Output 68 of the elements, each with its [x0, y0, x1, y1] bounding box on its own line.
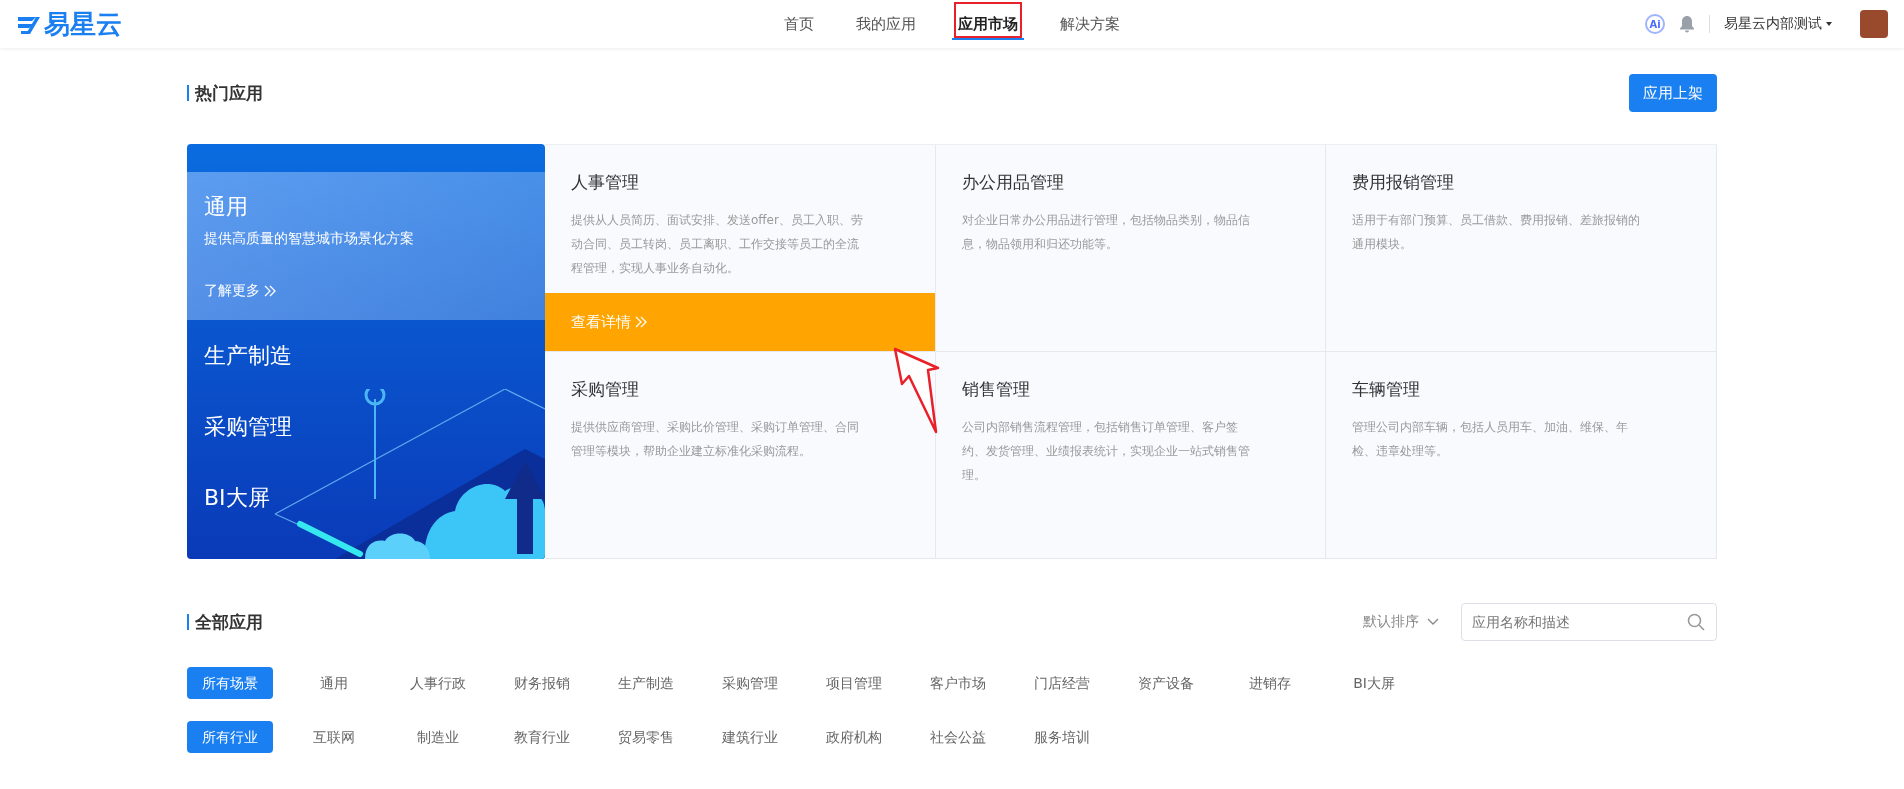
app-card[interactable]: 办公用品管理 对企业日常办公用品进行管理，包括物品类别，物品信息，物品领用和归还功能等。 [935, 145, 1327, 352]
app-description: 提供供应商管理、采购比价管理、采购订单管理、合同管理等模块，帮助企业建立标准化采购流程。 [571, 419, 860, 460]
category-description: 提供高质量的智慧城市场景化方案 [204, 230, 415, 248]
scene-filter[interactable]: 人事行政 [395, 667, 481, 699]
app-title: 车辆管理 [1352, 378, 1422, 401]
industry-filter[interactable]: 服务培训 [1019, 721, 1105, 753]
app-description: 公司内部销售流程管理，包括销售订单管理、客户签约、发货管理、业绩报表统计，实现企业一站式销售管理。 [961, 419, 1251, 484]
industry-filter[interactable]: 教育行业 [499, 721, 585, 753]
scene-filter[interactable]: BI大屏 [1331, 667, 1417, 699]
nav-tab[interactable]: 解决方案 [1054, 0, 1126, 40]
scene-filter[interactable]: 项目管理 [811, 667, 897, 699]
industry-filter[interactable]: 社会公益 [915, 721, 1001, 753]
notification-bell-icon[interactable] [1679, 15, 1695, 33]
ai-assistant-button[interactable]: Ai [1645, 14, 1665, 34]
avatar[interactable] [1860, 10, 1888, 38]
app-card[interactable]: 销售管理 公司内部销售流程管理，包括销售订单管理、客户签约、发货管理、业绩报表统计，实现企业一站式销售管理。 [935, 352, 1327, 559]
app-card[interactable]: 人事管理 提供从人员简历、面试安排、发送offer、员工入职、劳动合同、员工转岗、员工离职、工作交接等员工的全流程管理，实现人事业务自动化。 查看详情 [545, 145, 936, 352]
app-card[interactable]: 车辆管理 管理公司内部车辆，包括人员用车、加油、维保、年检、违章处理等。 [1326, 352, 1717, 559]
publish-app-button[interactable]: 应用上架 [1629, 74, 1717, 112]
category-name: 采购管理 [204, 412, 293, 441]
scene-filter[interactable]: 资产设备 [1123, 667, 1209, 699]
category-item[interactable]: 采购管理 [187, 391, 545, 462]
app-title: 采购管理 [571, 378, 640, 401]
scene-filter[interactable]: 门店经营 [1019, 667, 1105, 699]
app-title: 办公用品管理 [961, 171, 1065, 194]
category-name: BI大屏 [204, 483, 271, 512]
category-name: 生产制造 [204, 341, 293, 370]
double-chevron-icon [635, 316, 647, 328]
search-field[interactable]: 应用名称和描述 [1461, 603, 1717, 641]
app-card[interactable]: 费用报销管理 适用于有部门预算、员工借款、费用报销、差旅报销的通用模块。 [1326, 145, 1717, 352]
category-item[interactable]: 生产制造 [187, 320, 545, 391]
category-item[interactable]: 通用 提供高质量的智慧城市场景化方案 了解更多 [187, 172, 545, 320]
industry-filter[interactable]: 互联网 [291, 721, 377, 753]
app-title: 费用报销管理 [1352, 171, 1456, 194]
app-description: 提供从人员简历、面试安排、发送offer、员工入职、劳动合同、员工转岗、员工离职、工作交接等员工的全流程管理，实现人事业务自动化。 [571, 212, 864, 277]
scene-filter[interactable]: 通用 [291, 667, 377, 699]
scene-filter[interactable]: 客户市场 [915, 667, 1001, 699]
search-icon [1687, 613, 1705, 631]
industry-filter[interactable]: 所有行业 [187, 721, 273, 753]
industry-filter[interactable]: 建筑行业 [707, 721, 793, 753]
caret-icon [1826, 22, 1832, 26]
chevron-down-icon [1427, 618, 1439, 626]
section-title: 热门应用 [187, 85, 263, 101]
user-menu[interactable]: 易星云内部测试 [1724, 15, 1822, 33]
app-description: 管理公司内部车辆，包括人员用车、加油、维保、年检、违章处理等。 [1352, 419, 1630, 460]
industry-filter[interactable]: 制造业 [395, 721, 481, 753]
scene-filter[interactable]: 财务报销 [499, 667, 585, 699]
category-name: 通用 [204, 193, 249, 221]
section-title: 全部应用 [187, 614, 263, 630]
logo[interactable]: 易星云 [16, 6, 778, 42]
double-chevron-icon [264, 285, 276, 297]
learn-more-link[interactable]: 了解更多 [204, 282, 528, 300]
scene-filter[interactable]: 生产制造 [603, 667, 689, 699]
nav-tab[interactable]: 首页 [778, 0, 820, 40]
nav-tab[interactable]: 应用市场 [952, 0, 1024, 40]
scene-filter[interactable]: 采购管理 [707, 667, 793, 699]
scene-filter[interactable]: 进销存 [1227, 667, 1313, 699]
app-title: 人事管理 [571, 171, 640, 194]
industry-filter[interactable]: 政府机构 [811, 721, 897, 753]
sort-dropdown[interactable]: 默认排序 [1363, 613, 1439, 631]
industry-filter[interactable]: 贸易零售 [603, 721, 689, 753]
scene-filter[interactable]: 所有场景 [187, 667, 273, 699]
app-description: 对企业日常办公用品进行管理，包括物品类别，物品信息，物品领用和归还功能等。 [961, 212, 1251, 253]
app-title: 销售管理 [961, 378, 1031, 401]
nav-tab[interactable]: 我的应用 [850, 0, 922, 40]
category-item[interactable]: BI大屏 [187, 462, 545, 533]
app-description: 适用于有部门预算、员工借款、费用报销、差旅报销的通用模块。 [1352, 212, 1642, 253]
logo-text: 易星云 [44, 7, 122, 41]
